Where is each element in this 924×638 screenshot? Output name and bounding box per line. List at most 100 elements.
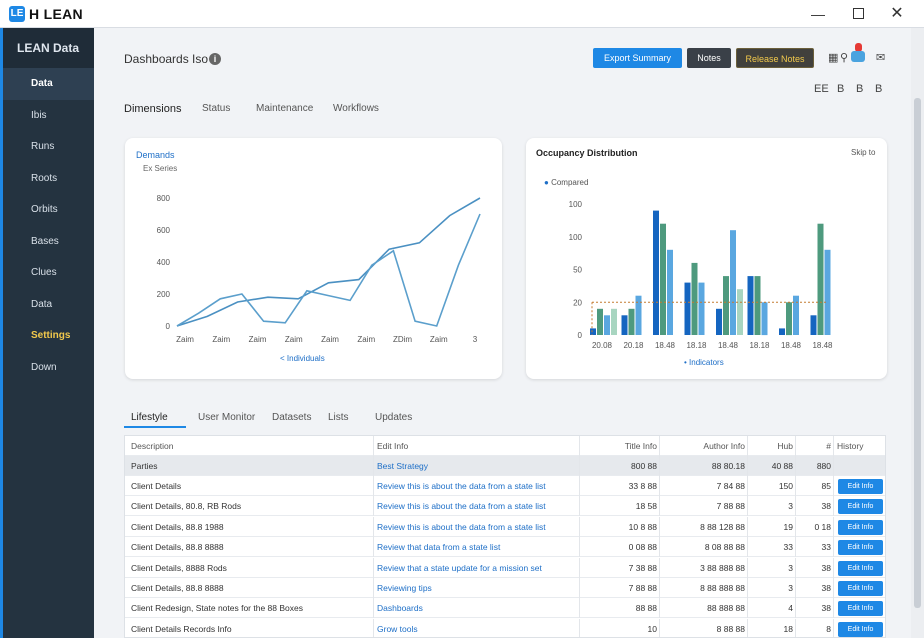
cell-value: 85 bbox=[821, 481, 831, 491]
maximize-button[interactable] bbox=[848, 4, 868, 24]
subtab-maintenance[interactable]: Maintenance bbox=[256, 103, 313, 114]
row-edit-button[interactable]: Edit Info bbox=[838, 621, 883, 637]
y-tick-label: 20 bbox=[573, 298, 582, 307]
bar bbox=[730, 230, 736, 335]
cell-value: 3 bbox=[788, 501, 793, 512]
sidebar-item-0[interactable]: Data bbox=[3, 68, 94, 100]
column-header[interactable]: Hub bbox=[747, 436, 793, 456]
tab-lifestyle[interactable]: Lifestyle bbox=[131, 412, 168, 423]
chat-icon[interactable]: ✉ bbox=[876, 51, 885, 64]
column-header[interactable]: Title Info bbox=[579, 436, 657, 456]
y-tick-label: 100 bbox=[569, 233, 583, 242]
bar bbox=[786, 302, 792, 336]
column-header[interactable]: History bbox=[837, 436, 885, 456]
active-tab-indicator bbox=[124, 426, 186, 428]
column-header[interactable]: Description bbox=[131, 436, 371, 456]
notification-icon[interactable] bbox=[851, 43, 865, 63]
tab-user-monitor[interactable]: User Monitor bbox=[198, 412, 255, 423]
row-edit-button[interactable]: Edit Info bbox=[838, 601, 883, 617]
tab-lists[interactable]: Lists bbox=[328, 412, 349, 423]
table-group-row: Parties Best Strategy 800 88 88 80.18 40 88 8… bbox=[125, 456, 885, 476]
cell-value: 880 bbox=[816, 461, 831, 471]
cell-value: 8 88 88 bbox=[716, 623, 745, 634]
toolbar-icon-2[interactable]: B bbox=[837, 83, 844, 95]
toolbar-icon-3[interactable]: B bbox=[856, 83, 863, 95]
bar bbox=[716, 308, 722, 335]
title-bar: LE H LEAN — ✕ bbox=[0, 0, 924, 28]
row-edit-button[interactable]: Edit Info bbox=[838, 479, 883, 494]
sidebar-item-5[interactable]: Bases bbox=[3, 226, 94, 258]
sidebar-list: Data Ibis Runs Roots Orbits Bases Clues Data Set… bbox=[3, 68, 94, 383]
x-tick-label: Zaim bbox=[176, 335, 194, 344]
user-icon[interactable]: ⚲ bbox=[840, 51, 848, 64]
subtab-workflows[interactable]: Workflows bbox=[333, 103, 379, 114]
table-row: Client Redesign, State notes for the 88 … bbox=[125, 598, 885, 619]
sidebar-item-8[interactable]: Settings bbox=[3, 320, 94, 352]
column-header[interactable]: Author Info bbox=[659, 436, 745, 456]
row-link[interactable]: Review this is about the data from a sta… bbox=[377, 517, 577, 537]
sidebar-item-1[interactable]: Ibis bbox=[3, 100, 94, 132]
cell-value: 10 8 88 bbox=[628, 521, 657, 532]
subtab-status[interactable]: Status bbox=[202, 103, 230, 114]
x-tick-label: 20.08 bbox=[592, 341, 613, 350]
sidebar-item-4[interactable]: Orbits bbox=[3, 194, 94, 226]
scrollbar[interactable] bbox=[911, 28, 924, 638]
cell-value: 88 80.18 bbox=[711, 461, 745, 471]
table-header: Description Edit Info Title Info Author Inf… bbox=[125, 436, 885, 456]
release-notes-button[interactable]: Release Notes bbox=[736, 48, 814, 68]
line-chart: 800 600 400 200 0 Zaim Zaim Zaim Zaim Zaim Zaim ZDi… bbox=[157, 194, 481, 344]
y-tick-label: 800 bbox=[157, 194, 171, 203]
grid-icon[interactable]: ▦ bbox=[828, 51, 838, 64]
export-summary-button[interactable]: Export Summary bbox=[593, 48, 682, 68]
sidebar-item-7[interactable]: Data bbox=[3, 289, 94, 321]
close-button[interactable]: ✕ bbox=[887, 4, 907, 24]
tab-datasets[interactable]: Datasets bbox=[272, 412, 311, 423]
row-edit-button[interactable]: Edit Info bbox=[838, 540, 883, 556]
row-edit-button[interactable]: Edit Info bbox=[838, 519, 883, 535]
row-link[interactable]: Reviewing tips bbox=[377, 578, 577, 598]
y-tick-label: 100 bbox=[569, 200, 583, 209]
subtab-dimensions[interactable]: Dimensions bbox=[124, 103, 181, 115]
cell-value: 0 08 88 bbox=[628, 542, 657, 553]
cell-value: 19 bbox=[783, 521, 793, 532]
x-tick-label: 18.48 bbox=[655, 341, 676, 350]
tab-updates[interactable]: Updates bbox=[375, 412, 412, 423]
toolbar-icon-1[interactable]: EE bbox=[814, 83, 829, 95]
y-tick-label: 200 bbox=[157, 290, 171, 299]
x-tick-label: Zaim bbox=[212, 335, 230, 344]
row-edit-button[interactable]: Edit Info bbox=[838, 560, 883, 576]
sidebar-item-6[interactable]: Clues bbox=[3, 257, 94, 289]
x-tick-label: Zaim bbox=[321, 335, 339, 344]
toolbar-icon-4[interactable]: B bbox=[875, 83, 882, 95]
sidebar-item-2[interactable]: Runs bbox=[3, 131, 94, 163]
info-icon[interactable]: i bbox=[209, 53, 221, 65]
cell-value: 18 bbox=[783, 623, 793, 634]
sidebar: LEAN Data Data Ibis Runs Roots Orbits Bases Cl… bbox=[0, 28, 94, 638]
row-edit-button[interactable]: Edit Info bbox=[838, 581, 883, 596]
x-tick-label: 20.18 bbox=[623, 341, 644, 350]
notes-button[interactable]: Notes bbox=[687, 48, 731, 68]
column-header[interactable]: # bbox=[795, 436, 831, 456]
line-chart-xlabel: < Individuals bbox=[280, 354, 325, 363]
row-link[interactable]: Grow tools bbox=[377, 619, 577, 637]
row-link[interactable]: Dashboards bbox=[377, 598, 577, 618]
minimize-button[interactable]: — bbox=[808, 4, 828, 24]
table-row: Client Details, 80.8, RB Rods Review this… bbox=[125, 496, 885, 517]
column-header[interactable]: Edit Info bbox=[377, 436, 577, 456]
group-link[interactable]: Best Strategy bbox=[377, 456, 577, 476]
row-link[interactable]: Review that data from a state list bbox=[377, 537, 577, 557]
row-link[interactable]: Review this is about the data from a sta… bbox=[377, 496, 577, 516]
x-tick-label: 3 bbox=[473, 335, 478, 344]
row-link[interactable]: Review that a state update for a mission… bbox=[377, 558, 577, 578]
bar bbox=[691, 262, 698, 335]
cell-value: 7 38 88 bbox=[628, 562, 657, 573]
y-tick-label: 600 bbox=[157, 226, 171, 235]
sidebar-item-9[interactable]: Down bbox=[3, 352, 94, 384]
scrollbar-thumb[interactable] bbox=[914, 98, 921, 608]
row-link[interactable]: Review this is about the data from a sta… bbox=[377, 476, 577, 496]
row-edit-button[interactable]: Edit Info bbox=[838, 499, 883, 515]
sidebar-item-3[interactable]: Roots bbox=[3, 163, 94, 195]
x-tick-label: 18.18 bbox=[686, 341, 707, 350]
bar bbox=[793, 295, 799, 335]
cell-value: 0 18 bbox=[814, 521, 831, 532]
